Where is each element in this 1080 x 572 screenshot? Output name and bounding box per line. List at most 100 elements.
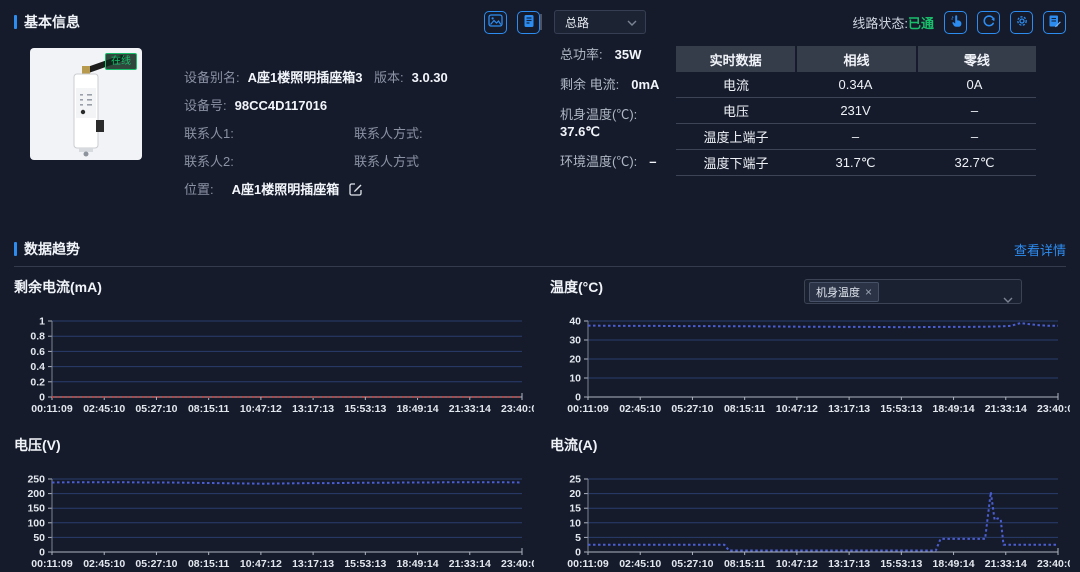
svg-text:10:47:12: 10:47:12 [776, 558, 818, 570]
table-cell: 0A [915, 72, 1034, 97]
svg-text:10:47:12: 10:47:12 [240, 558, 282, 570]
table-cell: 温度下端子 [676, 150, 796, 175]
svg-text:18:49:14: 18:49:14 [397, 558, 439, 570]
remove-tag-icon[interactable]: × [865, 287, 872, 297]
table-cell: 温度上端子 [676, 124, 796, 149]
section-divider [14, 266, 1066, 267]
svg-text:0.8: 0.8 [30, 331, 45, 343]
table-cell: – [915, 124, 1034, 149]
svg-text:0.4: 0.4 [30, 361, 45, 373]
device-photo: 在线 [30, 48, 142, 160]
svg-text:15:53:13: 15:53:13 [880, 403, 922, 415]
chart-title: 电压(V) [14, 435, 534, 455]
line-selector-value: 总路 [565, 14, 589, 31]
line-selector[interactable]: 总路 [554, 10, 646, 34]
svg-text:05:27:10: 05:27:10 [135, 558, 177, 570]
svg-text:15:53:13: 15:53:13 [344, 558, 386, 570]
trend-title: 数据趋势 [24, 239, 80, 259]
stat-item: 剩余 电流:0mA [560, 76, 676, 93]
svg-text:0: 0 [575, 392, 581, 404]
line-status: 线路状态: 已通 [852, 13, 934, 32]
temperature-series-select[interactable]: 机身温度 × [804, 279, 1022, 304]
line-status-value: 已通 [908, 13, 934, 32]
realtime-table-body: 电流0.34A0A电压231V–温度上端子––温度下端子31.7℃32.7℃ [676, 72, 1036, 176]
settings-button[interactable] [1010, 11, 1033, 34]
svg-text:02:45:10: 02:45:10 [619, 558, 661, 570]
device-fields: 设备别名: A座1楼照明插座箱3 版本: 3.0.30 设备号: 98CC4D1… [184, 48, 448, 212]
svg-text:23:40:00: 23:40:00 [1037, 558, 1070, 570]
svg-text:50: 50 [33, 532, 45, 544]
chart-plot: 05010015020025000:11:0902:45:1005:27:100… [14, 471, 534, 572]
svg-text:02:45:10: 02:45:10 [83, 558, 125, 570]
svg-text:20: 20 [569, 488, 581, 500]
svg-text:0: 0 [39, 392, 45, 404]
basic-info-header: 基本信息 [14, 8, 540, 36]
svg-text:02:45:10: 02:45:10 [619, 403, 661, 415]
svg-text:0.2: 0.2 [30, 376, 45, 388]
svg-text:0: 0 [575, 547, 581, 559]
svg-text:08:15:11: 08:15:11 [724, 403, 766, 415]
svg-text:21:33:14: 21:33:14 [985, 403, 1027, 415]
svg-text:10: 10 [569, 517, 581, 529]
device-image-button[interactable] [484, 11, 507, 34]
device-detail-button[interactable] [517, 11, 540, 34]
chart-current: 电流(A) 051015202500:11:0902:45:1005:27:10… [550, 427, 1070, 572]
svg-text:30: 30 [569, 335, 581, 347]
svg-text:21:33:14: 21:33:14 [449, 558, 491, 570]
edit-location-button[interactable] [349, 182, 363, 199]
svg-text:13:17:13: 13:17:13 [828, 403, 870, 415]
svg-text:10:47:12: 10:47:12 [776, 403, 818, 415]
line-status-label: 线路状态: [852, 13, 908, 32]
panel-divider [540, 14, 542, 30]
svg-text:1: 1 [39, 316, 45, 328]
stat-item: 总功率:35W [560, 46, 676, 63]
svg-text:13:17:13: 13:17:13 [828, 558, 870, 570]
touch-hand-icon [949, 14, 963, 31]
svg-text:08:15:11: 08:15:11 [188, 558, 230, 570]
alias-value: A座1楼照明插座箱3 [248, 70, 363, 85]
document-edit-icon [1048, 14, 1061, 31]
basic-info-title: 基本信息 [24, 12, 80, 32]
trend-header: 数据趋势 查看详情 [0, 236, 1080, 262]
chart-temperature: 温度(°C) 机身温度 × 01020304000:11:0902:45:100… [550, 269, 1070, 417]
contact-way2-label: 联系人方式 [354, 154, 419, 169]
chart-voltage: 电压(V) 05010015020025000:11:0902:45:1005:… [14, 427, 534, 572]
svg-text:05:27:10: 05:27:10 [671, 558, 713, 570]
stats-list: 总功率:35W 剩余 电流:0mA 机身温度(℃):37.6℃ 环境温度(℃):– [560, 46, 676, 183]
chart-plot: 01020304000:11:0902:45:1005:27:1008:15:1… [550, 313, 1070, 417]
table-cell: – [915, 98, 1034, 123]
table-row: 电流0.34A0A [676, 72, 1036, 98]
refresh-button[interactable] [977, 11, 1000, 34]
svg-text:0: 0 [39, 547, 45, 559]
online-status-badge: 在线 [105, 53, 137, 70]
contact2-label: 联系人2: [184, 154, 234, 169]
stat-item: 机身温度(℃):37.6℃ [560, 106, 676, 140]
chart-plot: 00.20.40.60.8100:11:0902:45:1005:27:1008… [14, 313, 534, 417]
device-no-label: 设备号: [184, 98, 227, 113]
section-accent-bar [14, 15, 17, 29]
realtime-table: 实时数据相线零线 电流0.34A0A电压231V–温度上端子––温度下端子31.… [676, 46, 1036, 183]
stat-item: 环境温度(℃):– [560, 153, 676, 170]
svg-text:10: 10 [569, 373, 581, 385]
image-icon [488, 14, 503, 30]
svg-text:18:49:14: 18:49:14 [933, 558, 975, 570]
chevron-down-icon [627, 15, 637, 29]
table-cell: 0.34A [796, 72, 915, 97]
section-accent-bar [14, 242, 17, 256]
table-header-cell: 实时数据 [676, 46, 795, 72]
table-cell: 电流 [676, 72, 796, 97]
svg-text:10:47:12: 10:47:12 [240, 403, 282, 415]
svg-text:25: 25 [569, 474, 581, 486]
refresh-icon [982, 14, 996, 31]
chart-residual-current: 剩余电流(mA) 00.20.40.60.8100:11:0902:45:100… [14, 269, 534, 417]
svg-text:05:27:10: 05:27:10 [671, 403, 713, 415]
log-edit-button[interactable] [1043, 11, 1066, 34]
basic-info-panel: 基本信息 [14, 8, 540, 212]
chart-title: 剩余电流(mA) [14, 277, 534, 297]
svg-text:15: 15 [569, 503, 581, 515]
svg-text:250: 250 [27, 474, 45, 486]
view-details-link[interactable]: 查看详情 [1014, 240, 1066, 259]
series-tag-label: 机身温度 [816, 284, 860, 300]
manual-control-button[interactable] [944, 11, 967, 34]
svg-text:15:53:13: 15:53:13 [344, 403, 386, 415]
